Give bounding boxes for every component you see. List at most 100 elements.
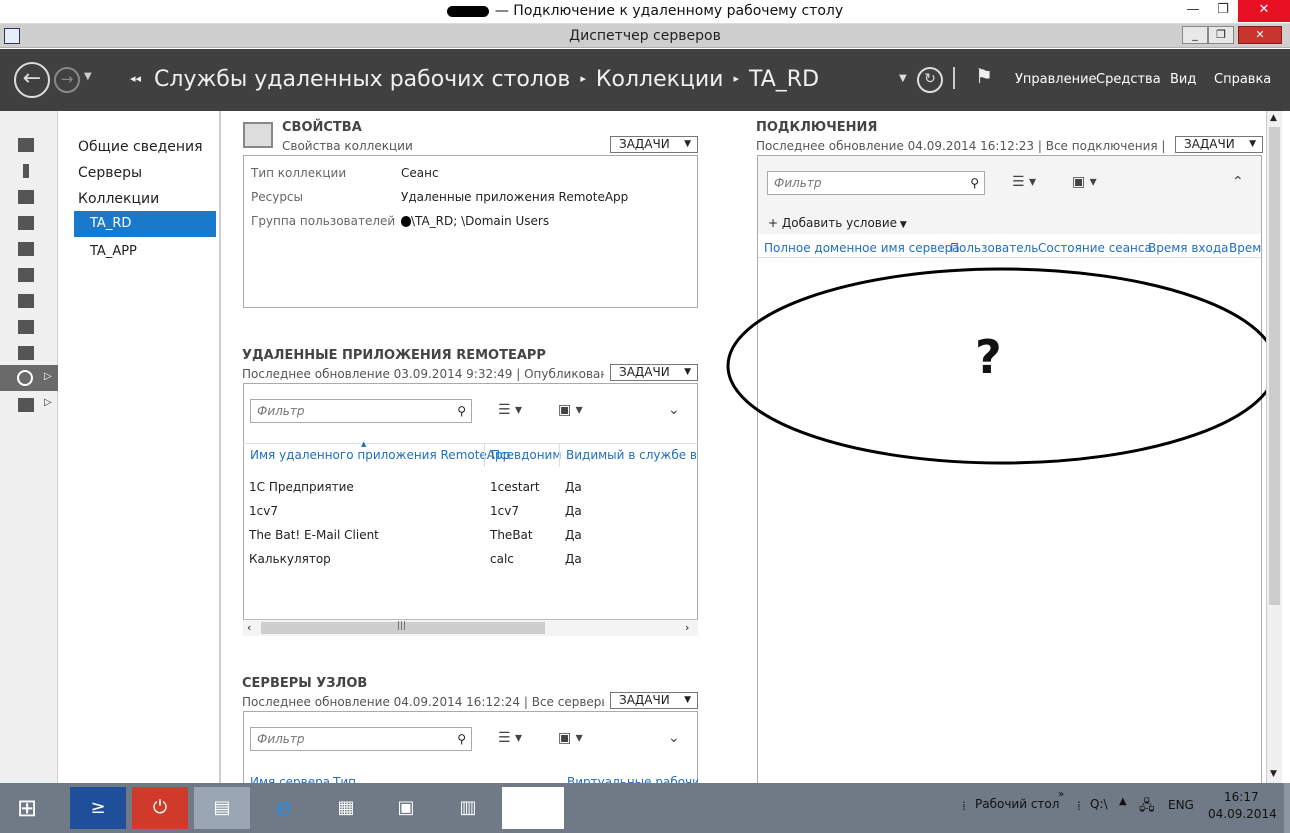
dropdown-icon[interactable]: ▼ [899, 73, 907, 84]
scroll-up-icon[interactable]: ▲ [1270, 113, 1277, 123]
windows-start-icon[interactable]: ⊞ [0, 787, 54, 829]
dns-icon[interactable] [18, 268, 34, 282]
breadcrumb-collections[interactable]: Коллекции [596, 67, 724, 92]
horizontal-scrollbar[interactable]: ‹ ||| › [243, 619, 698, 636]
nav-servers[interactable]: Серверы [78, 165, 142, 181]
chevron-right-icon: ▸ [733, 72, 740, 85]
save-query-icon[interactable]: ▣ ▾ [558, 730, 583, 746]
iis-icon[interactable] [18, 294, 34, 308]
search-icon[interactable]: ⚲ [457, 400, 466, 422]
vertical-scrollbar[interactable]: ▲ ▼ [1266, 111, 1282, 783]
clock-time[interactable]: 16:17 [1224, 790, 1259, 804]
plus-icon: + [768, 216, 782, 230]
remoteapp-filter-input[interactable]: Фильтр ⚲ [250, 399, 472, 423]
col-server-fqdn[interactable]: Полное доменное имя сервера [764, 241, 960, 255]
col-login-time[interactable]: Время входа [1148, 241, 1228, 255]
grip-icon: ||| [397, 621, 407, 631]
desktop-toolbar-label[interactable]: Рабочий стол [975, 797, 1059, 811]
menu-tools[interactable]: Средства [1096, 72, 1161, 87]
shutdown-icon[interactable]: ⏻ [132, 787, 188, 829]
scroll-down-icon[interactable]: ▼ [1270, 769, 1277, 779]
col-app-name[interactable]: Имя удаленного приложения RemoteApp [250, 448, 510, 462]
drive-toolbar-label[interactable]: Q:\ [1090, 797, 1108, 811]
collapse-icon[interactable]: ⌄ [668, 730, 680, 746]
search-icon[interactable]: ⚲ [457, 728, 466, 750]
chevron-right-icon[interactable]: ▷ [44, 397, 52, 408]
toolbar-expand-icon[interactable]: » [1058, 789, 1064, 800]
expand-up-icon[interactable]: ⌃ [1232, 174, 1244, 190]
all-servers-icon[interactable] [18, 190, 34, 204]
refresh-icon[interactable]: ↻ [917, 67, 943, 93]
col-time[interactable]: Время [1229, 241, 1261, 255]
redacted-taskbar-item[interactable] [502, 787, 564, 829]
show-hidden-icons[interactable]: ▲ [1119, 796, 1127, 807]
notifications-flag-icon[interactable]: ⚑ [975, 64, 993, 88]
powershell-icon[interactable]: ≥ [70, 787, 126, 829]
rd-manager-icon[interactable]: ▣ [378, 787, 434, 829]
nav-overview[interactable]: Общие сведения [78, 139, 203, 155]
col-visible[interactable]: Видимый в службе веб- [566, 448, 696, 462]
servers-filter-input[interactable]: Фильтр ⚲ [250, 727, 472, 751]
back-arrow-icon[interactable]: ← [14, 62, 50, 98]
col-user[interactable]: Пользователь [950, 241, 1038, 255]
nav-collection-ta-app[interactable]: TA_APP [90, 244, 137, 259]
remoteapp-tasks-button[interactable]: ЗАДАЧИ [610, 364, 698, 381]
certificate-icon[interactable] [18, 320, 34, 334]
collapse-icon[interactable]: ⌄ [668, 402, 680, 418]
restore-icon[interactable]: ❐ [1208, 0, 1238, 22]
breadcrumb-expand-icon[interactable]: ◂◂ [130, 72, 141, 85]
properties-tasks-button[interactable]: ЗАДАЧИ [610, 136, 698, 153]
close-icon[interactable]: ✕ [1238, 26, 1282, 44]
save-query-icon[interactable]: ▣ ▾ [558, 402, 583, 418]
remote-desktop-icon[interactable]: ▥ [440, 787, 496, 829]
ad-icon[interactable] [18, 242, 34, 256]
breadcrumb-rds[interactable]: Службы удаленных рабочих столов [154, 67, 570, 92]
menu-help[interactable]: Справка [1214, 72, 1271, 87]
rdp-titlebar: — Подключение к удаленному рабочему стол… [0, 0, 1290, 24]
servers-tasks-button[interactable]: ЗАДАЧИ [610, 692, 698, 709]
list-options-icon[interactable]: ☰ ▾ [498, 402, 522, 418]
breadcrumb-current[interactable]: TA_RD [749, 67, 819, 92]
local-server-icon[interactable] [23, 164, 29, 178]
close-icon[interactable]: ✕ [1238, 0, 1290, 22]
performance-monitor-icon[interactable]: ▦ [318, 787, 374, 829]
nav-collections[interactable]: Коллекции [78, 191, 159, 207]
col-type[interactable]: Тип [333, 775, 356, 783]
nav-collection-ta-rd[interactable]: TA_RD [74, 211, 216, 237]
rds-selected-bar[interactable]: ▷ [0, 365, 58, 391]
chevron-right-icon: ▸ [580, 72, 586, 85]
add-condition-button[interactable]: + Добавить условие ▼ [768, 216, 907, 230]
menu-view[interactable]: Вид [1170, 72, 1196, 87]
scroll-thumb[interactable] [1269, 127, 1280, 605]
scroll-right-icon[interactable]: › [685, 621, 689, 634]
file-services-icon[interactable] [18, 216, 34, 230]
save-query-icon[interactable]: ▣ ▾ [1072, 174, 1097, 190]
clock-date[interactable]: 04.09.2014 [1208, 807, 1277, 821]
minimize-icon[interactable]: _ [1182, 26, 1208, 44]
list-options-icon[interactable]: ☰ ▾ [1012, 174, 1036, 190]
connections-tasks-button[interactable]: ЗАДАЧИ [1175, 136, 1263, 153]
col-virtual-desktops[interactable]: Виртуальные рабочие с [567, 775, 698, 783]
connections-filter-input[interactable]: Фильтр ⚲ [767, 171, 985, 195]
show-desktop-button[interactable] [1284, 783, 1290, 833]
print-icon[interactable] [18, 346, 34, 360]
internet-explorer-icon[interactable]: e [256, 787, 312, 829]
menu-manage[interactable]: Управление [1015, 72, 1097, 87]
filter-placeholder: Фильтр [257, 404, 305, 418]
wsus-icon[interactable] [18, 398, 34, 412]
language-indicator[interactable]: ENG [1168, 798, 1194, 812]
minimize-icon[interactable]: — [1178, 0, 1208, 22]
forward-arrow-icon[interactable]: → [54, 67, 80, 93]
col-alias[interactable]: Псевдоним [491, 448, 561, 462]
history-dropdown-icon[interactable]: ▼ [84, 71, 92, 82]
search-icon[interactable]: ⚲ [970, 172, 979, 194]
cell-alias: calc [490, 552, 514, 566]
server-manager-taskbar-icon[interactable]: ▤ [194, 787, 250, 829]
scroll-left-icon[interactable]: ‹ [247, 621, 251, 634]
restore-icon[interactable]: ❐ [1208, 26, 1234, 44]
network-icon[interactable]: 🖧 [1139, 795, 1155, 819]
col-server-name[interactable]: Имя сервера [250, 775, 330, 783]
list-options-icon[interactable]: ☰ ▾ [498, 730, 522, 746]
col-session-state[interactable]: Состояние сеанса [1038, 241, 1152, 255]
dashboard-icon[interactable] [18, 138, 34, 152]
